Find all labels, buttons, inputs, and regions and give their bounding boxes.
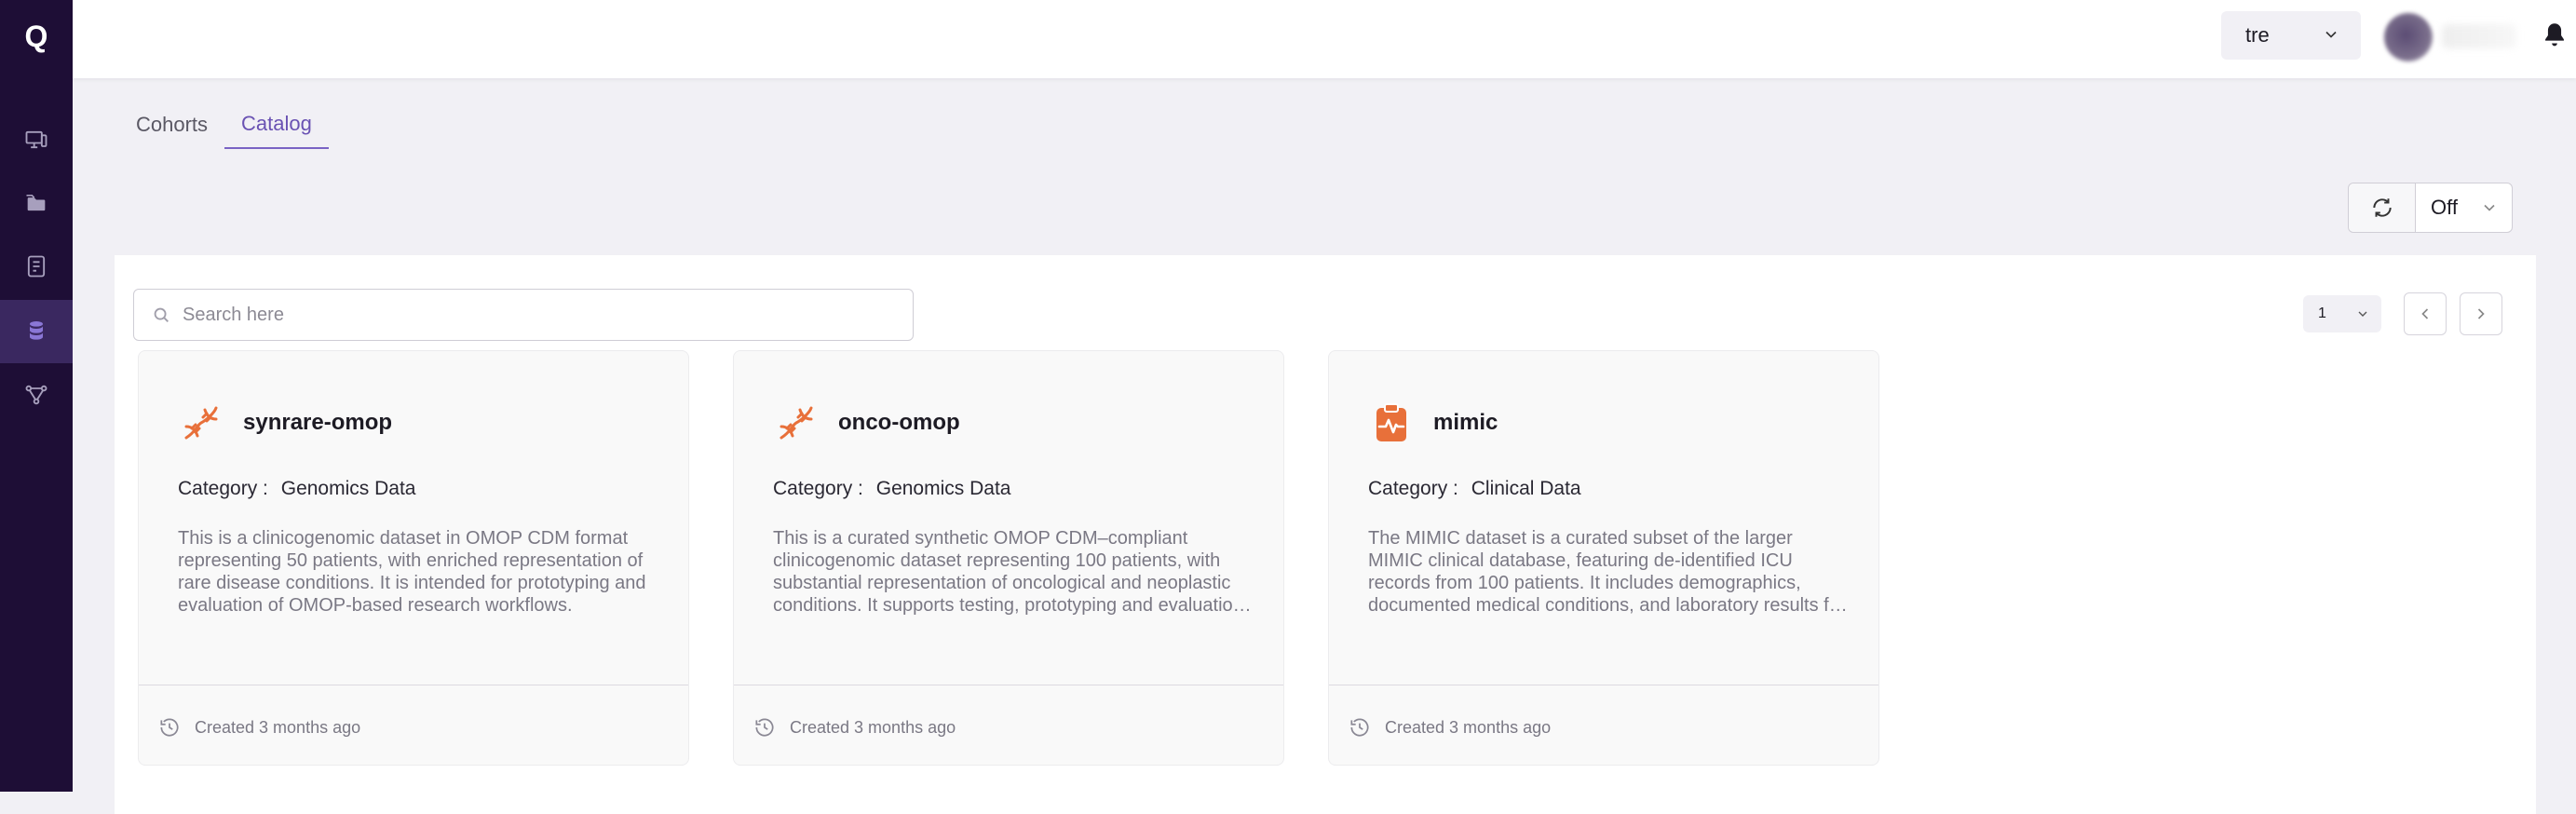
page-size-value: 1 xyxy=(2318,305,2326,321)
category-value: Genomics Data xyxy=(875,478,1011,499)
history-icon xyxy=(755,718,774,737)
created-date: Created 3 months ago xyxy=(1385,717,1552,737)
card-header: onco-omop xyxy=(773,400,960,446)
sidebar-item-files[interactable] xyxy=(0,171,73,235)
card-footer: Created 3 months ago xyxy=(1348,715,1551,739)
refresh-icon xyxy=(2372,198,2392,217)
chevron-down-icon xyxy=(2325,31,2337,38)
category-label: Category : xyxy=(178,478,268,499)
dna-icon xyxy=(178,400,224,446)
sidebar-item-catalog[interactable] xyxy=(0,300,73,363)
card-title: mimic xyxy=(1433,410,1498,435)
avatar[interactable] xyxy=(2384,13,2433,61)
prev-page-button[interactable] xyxy=(2404,292,2447,335)
chevron-down-icon xyxy=(2358,311,2367,317)
category-label: Category : xyxy=(773,478,863,499)
history-icon xyxy=(1350,718,1369,737)
org-select-value: tre xyxy=(2245,23,2270,47)
next-page-button[interactable] xyxy=(2460,292,2502,335)
card-header: mimic xyxy=(1368,400,1498,446)
history-icon xyxy=(160,718,179,737)
card-description: This is a clinicogenomic dataset in OMOP… xyxy=(178,528,646,616)
card-category: Category : Clinical Data xyxy=(1368,478,1581,500)
network-icon xyxy=(25,385,47,405)
catalog-panel: 1 synrare-omop Category : Genomics Data … xyxy=(115,255,2536,814)
chevron-right-icon xyxy=(2477,308,2485,319)
card-category: Category : Genomics Data xyxy=(773,478,1010,500)
tab-cohorts[interactable]: Cohorts xyxy=(119,101,224,149)
card-footer: Created 3 months ago xyxy=(157,715,360,739)
dataset-card[interactable]: mimic Category : Clinical Data The MIMIC… xyxy=(1328,350,1879,766)
dna-icon xyxy=(773,400,820,446)
database-icon xyxy=(30,321,43,340)
search-box xyxy=(133,289,914,341)
card-title: synrare-omop xyxy=(243,410,393,435)
sidebar-item-pipelines[interactable] xyxy=(0,363,73,427)
app-logo[interactable]: Q xyxy=(13,13,60,60)
sidebar-item-documents[interactable] xyxy=(0,235,73,298)
clinical-clipboard-icon xyxy=(1368,400,1415,446)
auto-refresh-control: Off xyxy=(2348,183,2513,233)
category-label: Category : xyxy=(1368,478,1458,499)
card-header: synrare-omop xyxy=(178,400,392,446)
folder-icon xyxy=(26,195,46,211)
chevron-down-icon xyxy=(2484,204,2495,211)
document-icon xyxy=(27,255,46,278)
refresh-interval-select[interactable]: Off xyxy=(2416,183,2512,232)
sidebar-item-workspaces[interactable] xyxy=(0,108,73,171)
card-description: This is a curated synthetic OMOP CDM–com… xyxy=(773,528,1243,616)
card-category: Category : Genomics Data xyxy=(178,478,415,500)
card-footer: Created 3 months ago xyxy=(752,715,956,739)
org-select[interactable]: tre xyxy=(2221,11,2361,60)
search-icon xyxy=(154,307,169,322)
tab-bar: Cohorts Catalog xyxy=(119,101,329,149)
category-value: Clinical Data xyxy=(1471,478,1581,499)
tab-catalog[interactable]: Catalog xyxy=(224,101,329,149)
created-date: Created 3 months ago xyxy=(195,717,361,737)
dataset-card[interactable]: onco-omop Category : Genomics Data This … xyxy=(733,350,1284,766)
top-bar xyxy=(73,0,2576,78)
user-name-blurred[interactable] xyxy=(2442,24,2516,48)
page-size-select[interactable]: 1 xyxy=(2303,295,2381,332)
monitor-icon xyxy=(25,130,47,149)
card-title: onco-omop xyxy=(838,410,960,435)
created-date: Created 3 months ago xyxy=(790,717,956,737)
card-description: The MIMIC dataset is a curated subset of… xyxy=(1368,528,1846,616)
search-input[interactable] xyxy=(183,304,890,326)
chevron-left-icon xyxy=(2421,308,2429,319)
dataset-card[interactable]: synrare-omop Category : Genomics Data Th… xyxy=(138,350,689,766)
category-value: Genomics Data xyxy=(280,478,416,499)
refresh-interval-value: Off xyxy=(2431,196,2458,219)
bell-icon[interactable] xyxy=(2539,19,2570,52)
sidebar: Q xyxy=(0,0,73,792)
refresh-button[interactable] xyxy=(2349,183,2416,232)
